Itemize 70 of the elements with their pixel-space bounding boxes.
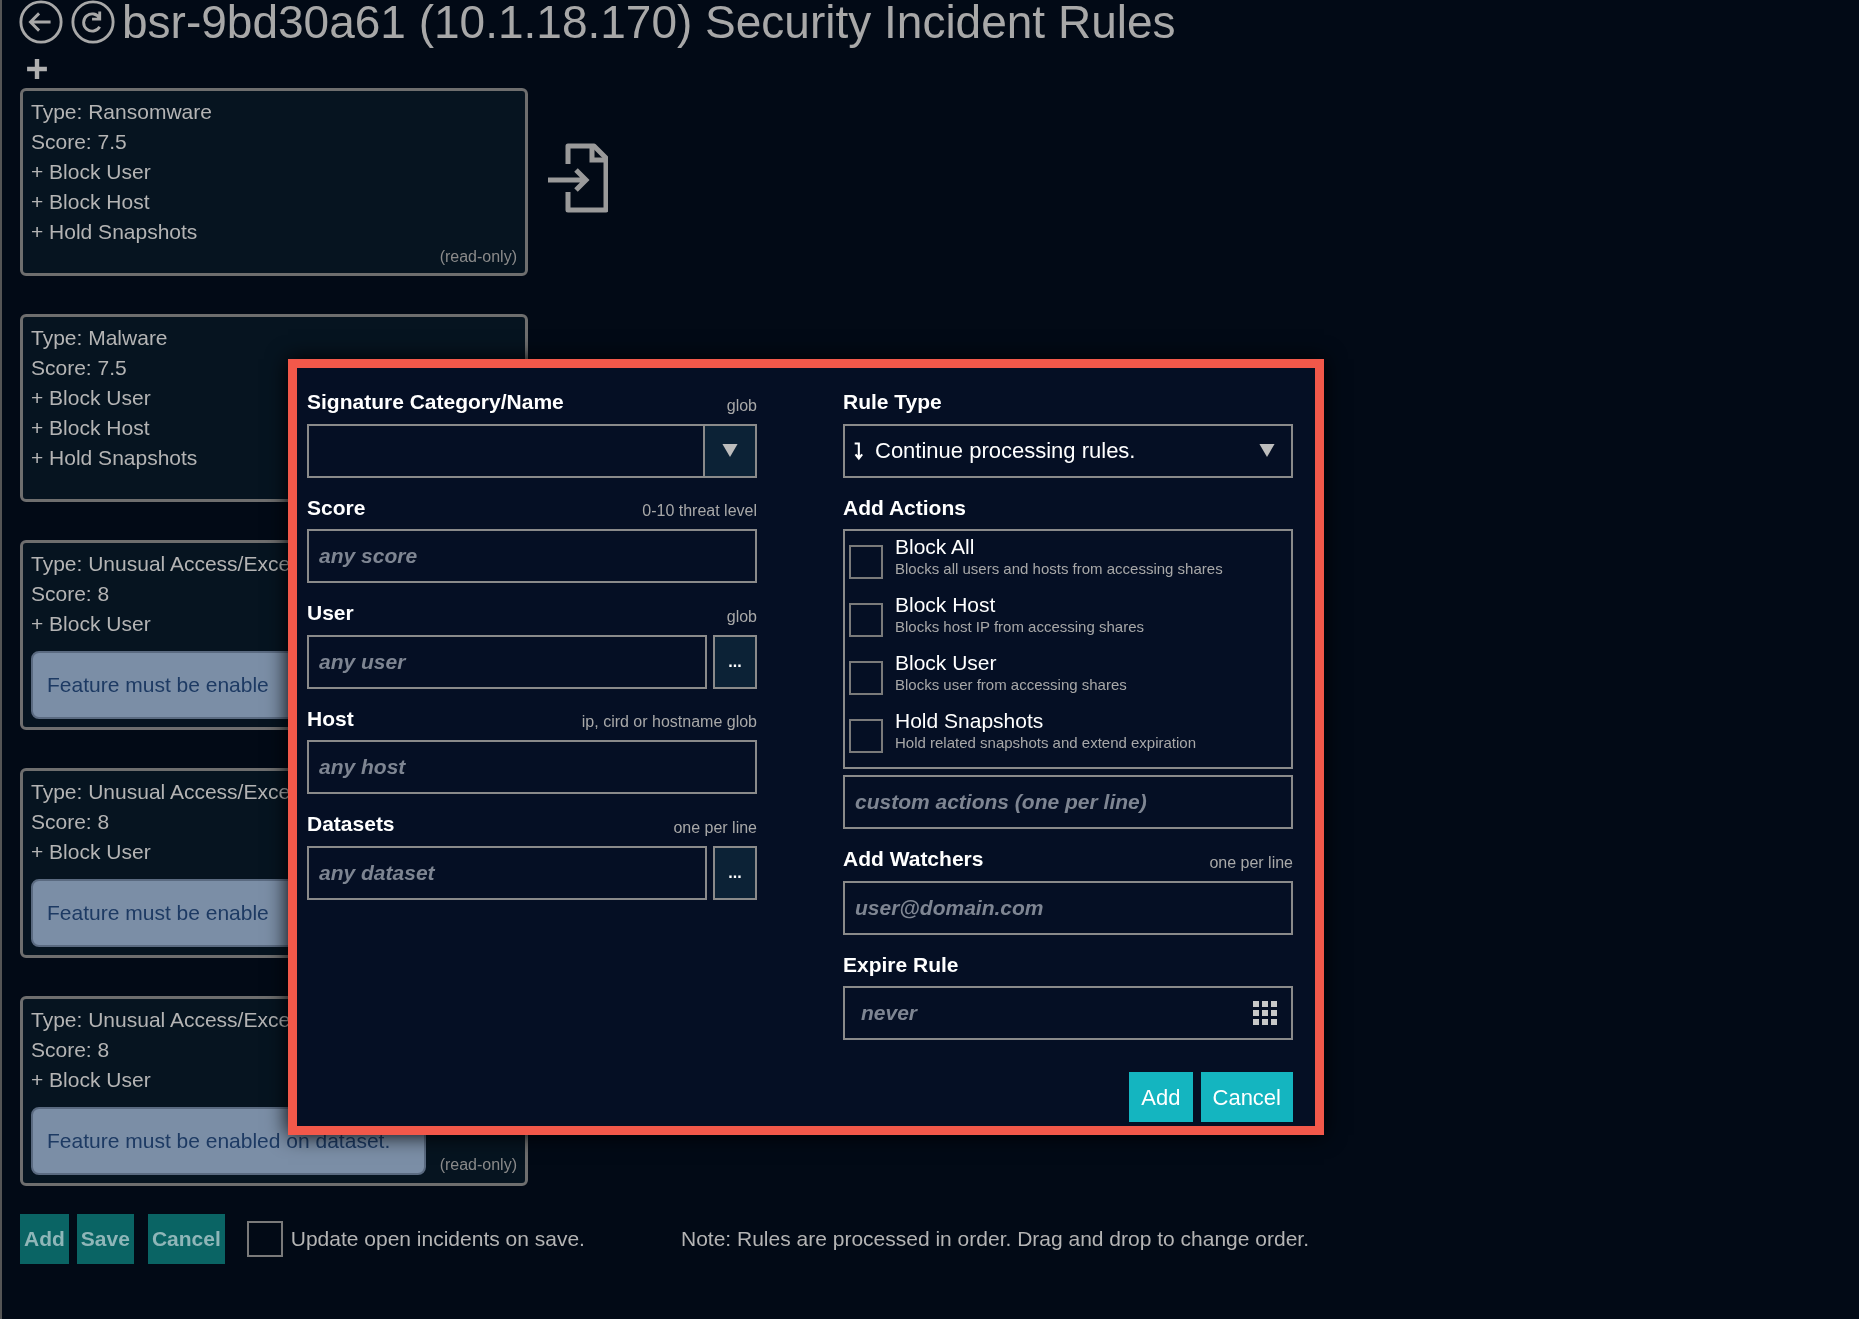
field-hint: one per line [1209,852,1293,873]
input-field[interactable]: any user [307,634,707,689]
rule-type: Type: Malware [31,325,168,351]
checkbox[interactable] [246,1221,283,1257]
rule-type: Type: Ransomware [31,99,212,125]
action-description: Hold related snapshots and extend expiration [895,733,1197,752]
action-title: Block All [895,535,976,559]
field-label: Add Watchers [843,846,984,872]
rule-action: + Block User [31,159,151,185]
rule-score: Score: 7.5 [31,355,127,381]
browse-button[interactable]: ... [713,845,757,900]
rule-score: Score: 8 [31,1037,110,1063]
field-hint: one per line [673,817,757,838]
rule-type-select[interactable]: Continue processing rules. [843,423,1293,478]
rule-score: Score: 8 [31,581,110,607]
back-icon[interactable] [18,0,64,45]
page-title: bsr-9bd30a61 (10.1.18.170) Security Incident Rules [122,0,1176,50]
field-label: Add Actions [843,494,966,521]
rule-score: Score: 7.5 [31,129,127,155]
rule-action: + Block Host [31,189,150,215]
custom-actions-field[interactable]: custom actions (one per line) [843,775,1293,829]
checkbox[interactable] [849,545,883,579]
import-file-icon[interactable] [548,142,608,214]
rule-action: + Hold Snapshots [31,219,198,245]
field-hint: glob [726,395,757,416]
add-icon[interactable] [26,58,48,80]
expire-field[interactable]: never [843,986,1293,1040]
rule-type: Type: Unusual Access/Exce [31,779,291,805]
input-field[interactable]: any host [307,740,757,794]
rule-action: + Block User [31,1067,151,1093]
field-label: Rule Type [843,389,942,415]
rule-action: + Hold Snapshots [31,445,198,471]
field-label: Expire Rule [843,951,959,978]
caret-icon [1259,444,1275,457]
rule-action: + Block User [31,611,151,637]
browse-button[interactable]: ... [713,634,757,689]
signature-field[interactable] [307,423,703,478]
action-title: Block User [895,651,998,675]
action-title: Hold Snapshots [895,709,1045,733]
dropdown-button[interactable] [703,423,757,478]
rule-type: Type: Unusual Access/Exce [31,551,291,577]
refresh-icon[interactable] [70,0,116,45]
caret-icon [722,444,738,457]
checkbox-label: Update open incidents on save. [290,1226,585,1253]
input-field[interactable]: any dataset [307,845,707,900]
field-hint: ip, cird or hostname glob [581,712,757,732]
action-title: Block Host [895,593,997,617]
rule-type: Type: Unusual Access/Exce [31,1007,291,1033]
rule-card[interactable]: Type: Ransomware Score: 7.5 + Block User + Block Host + Hold Snapshots (read-only) [20,88,528,276]
checkbox[interactable] [849,719,883,753]
order-note: Note: Rules are processed in order. Drag and drop to change order. [680,1226,1309,1253]
rule-action: + Block User [31,839,151,865]
grid-icon[interactable] [1253,1001,1277,1025]
read-only-label: (read-only) [439,1155,517,1175]
arrow-down-icon [853,439,863,462]
rule-score: Score: 8 [31,809,110,835]
action-description: Blocks all users and hosts from accessing shares [895,559,1223,578]
field-hint: glob [726,606,757,627]
rule-action: + Block User [31,385,151,411]
action-description: Blocks user from accessing shares [895,675,1127,694]
field-label: Datasets [307,811,395,837]
checkbox[interactable] [849,661,883,695]
read-only-label: (read-only) [439,247,517,267]
rule-action: + Block Host [31,415,150,441]
field-hint: 0-10 threat level [642,501,757,521]
input-field[interactable]: any score [307,529,757,583]
watchers-field[interactable]: user@domain.com [843,880,1293,935]
action-description: Blocks host IP from accessing shares [895,617,1144,636]
checkbox[interactable] [849,603,883,637]
field-label: User [307,600,354,626]
